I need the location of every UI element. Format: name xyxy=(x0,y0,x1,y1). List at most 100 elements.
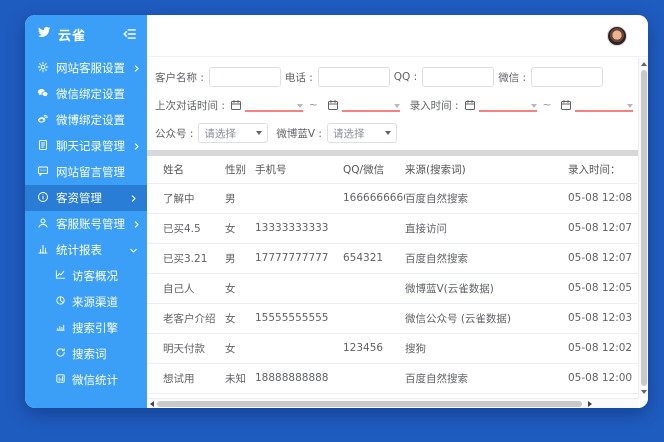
cell-mobile: 18888888888 xyxy=(255,363,343,394)
cell-gender: 女 xyxy=(225,303,255,334)
app-window: 云雀 网站客服设置 微信绑定设置 微博绑定设置 聊天记录管理 网站留言管理 客资… xyxy=(25,15,648,408)
caret-down-icon xyxy=(296,104,303,108)
trend-bars-icon xyxy=(55,321,66,335)
official-account-select[interactable]: 请选择 xyxy=(198,123,269,143)
chevron-right-icon xyxy=(132,220,141,229)
sidebar-item-label: 微信统计 xyxy=(72,373,118,387)
sidebar-subitem-search-engines[interactable]: 搜索引擎 xyxy=(25,315,147,341)
scroll-left-arrow-icon[interactable] xyxy=(150,401,154,407)
table-row: 已买4.5 女 13333333333 直接访问 05-08 12:07 xyxy=(147,213,638,244)
col-entry-time: 录入时间： xyxy=(568,156,638,184)
scroll-right-arrow-icon[interactable] xyxy=(588,401,592,407)
phone-label: 电话 : xyxy=(284,71,313,84)
sidebar-item-customer-leads[interactable]: 客资管理 xyxy=(25,185,147,211)
cell-qq-wechat xyxy=(343,273,405,304)
comment-icon xyxy=(37,165,49,180)
filter-panel: 客户名称 : 电话 : QQ : 微信 : 上次对话时间 : ~ 录入时间: … xyxy=(147,57,648,150)
sidebar-subitem-search-words[interactable]: 搜索词 xyxy=(25,341,147,367)
cell-qq-wechat: 123456 xyxy=(343,333,405,364)
scroll-up-arrow-icon[interactable] xyxy=(641,62,647,66)
line-chart-icon xyxy=(55,269,66,283)
sidebar: 云雀 网站客服设置 微信绑定设置 微博绑定设置 聊天记录管理 网站留言管理 客资… xyxy=(25,15,147,408)
customer-name-label: 客户名称 : xyxy=(155,71,204,84)
user-avatar[interactable] xyxy=(607,26,627,46)
last-chat-start-datepicker[interactable] xyxy=(230,98,303,112)
scroll-down-arrow-icon[interactable] xyxy=(641,390,647,394)
caret-down-icon xyxy=(627,104,634,108)
sidebar-item-wechat-binding[interactable]: 微信绑定设置 xyxy=(25,81,147,107)
sidebar-subitem-wechat-stats[interactable]: 微信统计 xyxy=(25,367,147,393)
select-value: 请选择 xyxy=(204,127,236,140)
sidebar-item-label: 搜索词 xyxy=(72,347,107,361)
chevron-right-icon xyxy=(132,64,141,73)
cell-entry-time: 05-08 12:07 xyxy=(568,243,638,274)
chevron-down-icon xyxy=(129,246,138,255)
main-content: 客户名称 : 电话 : QQ : 微信 : 上次对话时间 : ~ 录入时间: … xyxy=(147,15,648,408)
refresh-icon xyxy=(55,347,66,361)
cell-gender: 男 xyxy=(225,243,255,274)
customer-name-input[interactable] xyxy=(208,67,281,87)
logo-bar: 云雀 xyxy=(25,15,147,53)
wechat-input[interactable] xyxy=(531,67,604,87)
horizontal-scrollbar-thumb[interactable] xyxy=(157,401,582,407)
cell-name: 已买3.21 xyxy=(147,243,225,274)
sidebar-item-agent-accounts[interactable]: 客服账号管理 xyxy=(25,211,147,237)
cell-qq-wechat: 16666666666 xyxy=(343,183,405,214)
cell-name: 了解中 xyxy=(147,183,225,214)
table-row: 已买3.21 男 17777777777 654321 百度自然搜索 05-08… xyxy=(147,243,638,274)
sidebar-item-label: 搜索引擎 xyxy=(72,321,118,335)
sidebar-item-statistics[interactable]: 统计报表 xyxy=(25,237,147,263)
cell-entry-time: 05-08 12:08 xyxy=(568,183,638,214)
vertical-scrollbar-thumb[interactable] xyxy=(641,70,647,386)
range-separator: ~ xyxy=(542,99,552,111)
cell-mobile: 13333333333 xyxy=(255,213,343,244)
horizontal-scrollbar[interactable] xyxy=(147,398,638,408)
cell-name: 想试用 xyxy=(147,363,225,394)
sidebar-item-label: 客服账号管理 xyxy=(56,217,125,231)
entry-time-end-datepicker[interactable] xyxy=(560,98,634,112)
bar-chart-icon xyxy=(37,243,49,258)
sidebar-item-site-service-settings[interactable]: 网站客服设置 xyxy=(25,55,147,81)
cell-name: 明天付款 xyxy=(147,333,225,364)
cell-gender: 未知 xyxy=(225,363,255,394)
sidebar-item-label: 访客概况 xyxy=(72,269,118,283)
cell-mobile xyxy=(255,273,343,304)
cell-qq-wechat xyxy=(343,303,405,334)
col-mobile: 手机号 xyxy=(255,156,343,184)
cell-source: 百度自然搜索 xyxy=(405,183,568,214)
range-separator: ~ xyxy=(308,99,318,111)
chevron-right-icon xyxy=(132,142,141,151)
last-chat-end-datepicker[interactable] xyxy=(327,98,400,112)
cell-gender: 男 xyxy=(225,183,255,214)
sidebar-subitem-source-channels[interactable]: 来源渠道 xyxy=(25,289,147,315)
col-name: 姓名 xyxy=(147,156,225,184)
sidebar-item-weibo-binding[interactable]: 微博绑定设置 xyxy=(25,107,147,133)
sidebar-subitem-visitor-overview[interactable]: 访客概况 xyxy=(25,263,147,289)
qq-input[interactable] xyxy=(422,67,495,87)
weibo-v-label: 微博蓝V : xyxy=(276,127,322,140)
sidebar-item-chat-records[interactable]: 聊天记录管理 xyxy=(25,133,147,159)
sidebar-item-site-messages[interactable]: 网站留言管理 xyxy=(25,159,147,185)
last-chat-time-label: 上次对话时间 : xyxy=(155,99,225,112)
cell-source: 直接访问 xyxy=(405,213,568,244)
entry-time-label: 录入时间 : xyxy=(409,99,459,112)
cell-entry-time: 05-08 12:00 xyxy=(568,363,638,394)
weibo-v-select[interactable]: 请选择 xyxy=(326,123,397,143)
cell-qq-wechat xyxy=(343,363,405,394)
table-header-row: 姓名 性别 手机号 QQ/微信 来源(搜索词) 录入时间： xyxy=(147,156,638,184)
cell-mobile xyxy=(255,183,343,214)
grid-chart-icon xyxy=(55,373,66,387)
wechat-icon xyxy=(37,87,49,102)
table-row: 老客户介绍 女 15555555555 微信公众号 (云雀数据) 05-08 1… xyxy=(147,303,638,334)
entry-time-start-datepicker[interactable] xyxy=(464,98,537,112)
leads-table-container: 姓名 性别 手机号 QQ/微信 来源(搜索词) 录入时间： 了解中 男 1666… xyxy=(147,156,648,394)
vertical-scrollbar[interactable] xyxy=(638,58,648,398)
cell-source: 百度自然搜索 xyxy=(405,243,568,274)
filter-row-2: 上次对话时间 : ~ 录入时间 : ~ xyxy=(155,94,640,116)
cell-source: 百度自然搜索 xyxy=(405,363,568,394)
phone-input[interactable] xyxy=(317,67,390,87)
cell-entry-time: 05-08 12:07 xyxy=(568,213,638,244)
table-row: 了解中 男 16666666666 百度自然搜索 05-08 12:08 xyxy=(147,183,638,214)
collapse-menu-button[interactable] xyxy=(123,27,137,41)
weibo-icon xyxy=(37,113,49,128)
